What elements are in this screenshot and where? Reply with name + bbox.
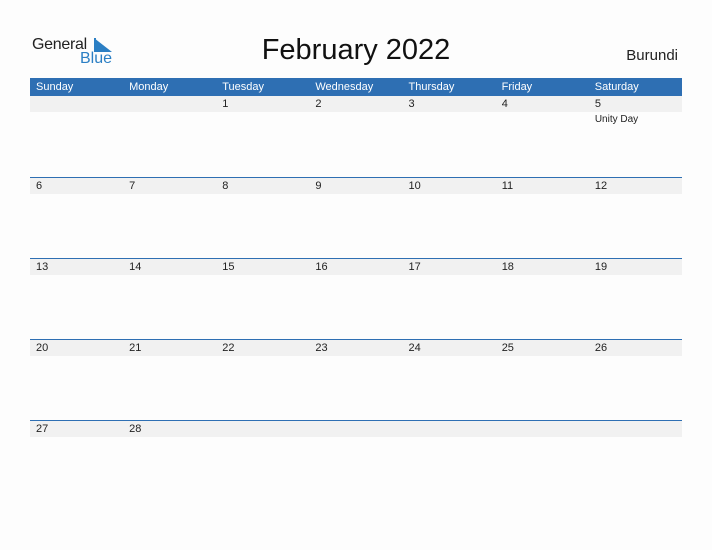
day-cell[interactable]: 13 — [30, 259, 123, 340]
day-cell[interactable]: 3 — [403, 96, 496, 177]
weekday-saturday: Saturday — [594, 81, 639, 93]
day-number: 21 — [129, 342, 142, 354]
day-number: 12 — [594, 180, 608, 192]
weekday-wednesday: Wednesday — [315, 81, 374, 93]
day-cell[interactable]: 11 — [496, 178, 589, 259]
day-cell[interactable] — [123, 96, 216, 177]
weekday-tuesday: Tuesday — [222, 81, 265, 93]
day-cell[interactable]: 16 — [309, 259, 402, 340]
day-number: 8 — [222, 180, 229, 192]
day-number: 20 — [36, 342, 49, 354]
day-cell[interactable]: 26 — [589, 340, 682, 421]
day-number: 25 — [501, 342, 514, 354]
day-cell[interactable]: 7 — [123, 178, 216, 259]
day-number: 14 — [129, 261, 142, 273]
week-row: 1 2 3 4 5 Unity Day — [30, 96, 682, 177]
day-cell[interactable]: 28 — [123, 421, 216, 502]
day-cell[interactable]: 22 — [216, 340, 309, 421]
day-number: 22 — [222, 342, 235, 354]
weekday-thursday: Thursday — [408, 81, 455, 93]
day-number: 17 — [408, 261, 421, 273]
day-cell[interactable]: 19 — [589, 259, 682, 340]
day-number: 1 — [222, 98, 229, 110]
week-row: 20 21 22 23 24 25 26 — [30, 339, 682, 421]
day-cell[interactable]: 15 — [216, 259, 309, 340]
day-cell[interactable]: 14 — [123, 259, 216, 340]
weekday-monday: Monday — [129, 81, 169, 93]
day-number: 24 — [408, 342, 421, 354]
weekday-sunday: Sunday — [36, 81, 74, 93]
day-cell[interactable] — [496, 421, 589, 502]
country-label: Burundi — [626, 47, 678, 64]
day-number: 26 — [594, 342, 608, 354]
day-cell[interactable]: 4 — [496, 96, 589, 177]
day-cell[interactable]: 23 — [309, 340, 402, 421]
day-number: 27 — [36, 423, 49, 435]
day-number: 16 — [315, 261, 328, 273]
week-row: 6 7 8 9 10 11 12 — [30, 177, 682, 259]
day-cell[interactable]: 9 — [309, 178, 402, 259]
day-cell[interactable]: 10 — [403, 178, 496, 259]
day-number: 15 — [222, 261, 235, 273]
week-row: 27 28 — [30, 420, 682, 502]
day-cell[interactable]: 21 — [123, 340, 216, 421]
day-number: 2 — [315, 98, 322, 110]
day-cell[interactable]: 25 — [496, 340, 589, 421]
day-cell[interactable] — [216, 421, 309, 502]
weekday-header: Sunday Monday Tuesday Wednesday Thursday… — [30, 78, 682, 96]
day-number: 13 — [36, 261, 49, 273]
day-number: 5 — [594, 98, 601, 110]
day-number: 19 — [594, 261, 608, 273]
day-cell[interactable] — [30, 96, 123, 177]
day-number: 18 — [501, 261, 514, 273]
day-number: 6 — [36, 180, 43, 192]
day-cell[interactable]: 12 — [589, 178, 682, 259]
day-number: 10 — [408, 180, 421, 192]
day-cell[interactable]: 8 — [216, 178, 309, 259]
day-cell[interactable]: 24 — [403, 340, 496, 421]
day-cell[interactable]: 17 — [403, 259, 496, 340]
day-cell[interactable]: 1 — [216, 96, 309, 177]
day-cell[interactable]: 5 Unity Day — [589, 96, 682, 177]
day-cell[interactable]: 18 — [496, 259, 589, 340]
day-number: 4 — [501, 98, 508, 110]
day-number: 9 — [315, 180, 322, 192]
day-number: 23 — [315, 342, 328, 354]
day-cell[interactable]: 2 — [309, 96, 402, 177]
day-number: 7 — [129, 180, 136, 192]
day-number: 11 — [501, 180, 514, 192]
day-cell[interactable] — [403, 421, 496, 502]
day-cell[interactable] — [309, 421, 402, 502]
day-cell[interactable]: 27 — [30, 421, 123, 502]
weekday-friday: Friday — [501, 81, 533, 93]
day-cell[interactable]: 20 — [30, 340, 123, 421]
day-cell[interactable]: 6 — [30, 178, 123, 259]
day-number: 28 — [129, 423, 142, 435]
week-row: 13 14 15 16 17 18 19 — [30, 258, 682, 340]
holiday-label: Unity Day — [594, 114, 639, 125]
day-cell[interactable] — [589, 421, 682, 502]
page-title: February 2022 — [261, 34, 451, 66]
day-number: 3 — [408, 98, 415, 110]
